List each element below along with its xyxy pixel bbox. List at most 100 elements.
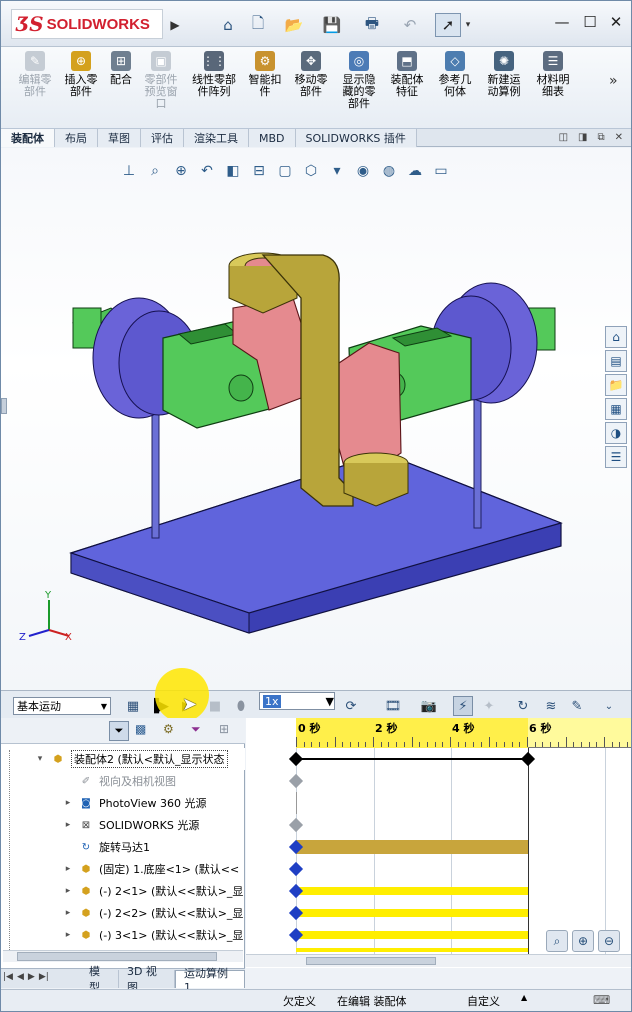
insert-component-button[interactable]: ⊕ 插入零 部件 xyxy=(59,51,103,98)
collapse-icon[interactable]: ▾ xyxy=(33,754,47,764)
change-bar[interactable] xyxy=(296,931,528,939)
restore-view-icon[interactable]: ⧉ xyxy=(597,132,604,143)
key-point-start[interactable] xyxy=(288,751,304,767)
expand-icon[interactable]: ▸ xyxy=(61,886,75,896)
playback-mode-icon[interactable]: ⬮ xyxy=(231,696,251,716)
timeline-ruler[interactable]: 0 秒 2 秒 4 秒 6 秒 xyxy=(296,718,631,748)
tree-item-part-3-1[interactable]: ▸ ⬢ (-) 3<1> (默认<<默认>_显 xyxy=(1,924,245,946)
smart-fasteners-button[interactable]: ⚙ 智能扣 件 xyxy=(243,51,287,98)
graphics-area[interactable]: ⊥ ⌕ ⊕ ↶ ◧ ⊟ ▢ ⬡ ▾ ◉ ◍ ☁ ▭ ⌂ ▤ 📁 ▦ ◑ ☰ Y … xyxy=(1,148,631,690)
open-icon[interactable]: 📂 xyxy=(279,13,309,37)
tree-horizontal-scrollbar[interactable] xyxy=(3,950,243,962)
close-button[interactable]: ✕ xyxy=(603,11,629,33)
assembly-features-button[interactable]: ⬒ 装配体 特征 xyxy=(385,51,429,98)
tile-vertical-icon[interactable]: ◨ xyxy=(578,132,587,143)
tree-root-assembly[interactable]: ▾ ⬢ 装配体2 (默认<默认_显示状态 xyxy=(1,748,245,770)
zoom-in-timeline-icon[interactable]: ⌕ xyxy=(546,930,568,952)
status-custom-units[interactable]: 自定义 xyxy=(467,993,500,1009)
tree-item-part-2-2[interactable]: ▸ ⬢ (-) 2<2> (默认<<默认>_显 xyxy=(1,902,245,924)
tile-horizontal-icon[interactable]: ◫ xyxy=(559,132,568,143)
tree-item-photoview-lights[interactable]: ▸ ◙ PhotoView 360 光源 xyxy=(1,792,245,814)
change-bar[interactable] xyxy=(296,948,528,952)
key-point[interactable] xyxy=(288,773,304,789)
minimize-button[interactable]: — xyxy=(549,11,575,33)
save-animation-icon[interactable]: 🎞 xyxy=(383,696,403,716)
edit-component-button[interactable]: ✎ 编辑零 部件 xyxy=(13,51,57,98)
key-point[interactable] xyxy=(288,861,304,877)
add-key-icon[interactable]: ✦ xyxy=(479,696,499,716)
expand-icon[interactable]: ▸ xyxy=(61,864,75,874)
expand-icon[interactable]: ▸ xyxy=(61,798,75,808)
filter-driving-icon[interactable]: ⚙ xyxy=(163,722,174,736)
menu-expand-icon[interactable]: ▶ xyxy=(167,13,183,37)
calculate-icon[interactable]: ▦ xyxy=(123,696,143,716)
show-hidden-components-button[interactable]: ◎ 显示隐 藏的零 部件 xyxy=(337,51,381,110)
tab-evaluate[interactable]: 评估 xyxy=(141,129,184,147)
autokey-icon[interactable]: ⚡ xyxy=(453,696,473,716)
first-tab-icon[interactable]: |◀ xyxy=(3,972,13,982)
units-dropdown-icon[interactable]: ▲ xyxy=(521,993,527,1002)
filter-animated-icon[interactable]: ▩ xyxy=(135,722,146,736)
filter-icon[interactable]: ⏷ xyxy=(109,721,129,741)
more-options-icon[interactable]: ⌄ xyxy=(599,696,619,716)
timeline-horizontal-scrollbar[interactable] xyxy=(246,954,631,967)
tab-layout[interactable]: 布局 xyxy=(55,129,98,147)
move-component-button[interactable]: ✥ 移动零 部件 xyxy=(289,51,333,98)
help-icon[interactable]: ⌨ xyxy=(593,993,610,1007)
tree-scroll-thumb[interactable] xyxy=(17,952,217,961)
tree-item-base[interactable]: ▸ ⬢ (固定) 1.底座<1> (默认<< xyxy=(1,858,245,880)
bill-of-materials-button[interactable]: ☰ 材料明 细表 xyxy=(531,51,575,98)
tree-item-part-2-1[interactable]: ▸ ⬢ (-) 2<1> (默认<<默认>_显 xyxy=(1,880,245,902)
study-type-dropdown[interactable]: 基本运动 ▼ xyxy=(13,697,111,715)
animation-wizard-icon[interactable]: 📷 xyxy=(419,696,439,716)
motor-icon[interactable]: ↻ xyxy=(513,696,533,716)
tab-3d-views[interactable]: 3D 视图 xyxy=(119,965,176,994)
expand-icon[interactable]: ▸ xyxy=(61,908,75,918)
maximize-button[interactable]: ☐ xyxy=(577,11,603,33)
zoom-out-timeline-icon[interactable]: ⊕ xyxy=(572,930,594,952)
reference-geometry-button[interactable]: ◇ 参考几 何体 xyxy=(433,51,477,98)
tab-solidworks-addins[interactable]: SOLIDWORKS 插件 xyxy=(295,129,417,147)
prev-tab-icon[interactable]: ◀ xyxy=(17,972,24,982)
tab-sketch[interactable]: 草图 xyxy=(98,129,141,147)
tab-scroll-arrows[interactable]: |◀ ◀ ▶ ▶| xyxy=(3,972,49,982)
filter-results-icon[interactable]: ⊞ xyxy=(219,722,229,736)
expand-icon[interactable]: ▸ xyxy=(61,930,75,940)
tree-item-camera-views[interactable]: ✐ 视向及相机视图 xyxy=(1,770,245,792)
new-motion-study-button[interactable]: ✺ 新建运 动算例 xyxy=(481,51,527,98)
spring-icon[interactable]: ≋ xyxy=(541,696,561,716)
timeline-scroll-thumb[interactable] xyxy=(306,957,436,965)
zoom-fit-timeline-icon[interactable]: ⊖ xyxy=(598,930,620,952)
expand-icon[interactable]: ▸ xyxy=(61,820,75,830)
tab-motion-study-1[interactable]: 运动算例 1 xyxy=(175,967,245,994)
change-bar[interactable] xyxy=(296,909,528,917)
motion-timeline[interactable]: 0 秒 2 秒 4 秒 6 秒 ⌕ ⊕ ⊖ xyxy=(246,718,631,968)
playback-speed-dropdown[interactable]: 1x ▼ xyxy=(259,692,335,710)
component-preview-button[interactable]: ▣ 零部件 预览窗 口 xyxy=(139,51,183,110)
new-document-icon[interactable]: 🗋 xyxy=(245,13,271,37)
print-icon[interactable]: 🖶 xyxy=(357,13,387,37)
home-icon[interactable]: ⌂ xyxy=(215,13,241,37)
next-tab-icon[interactable]: ▶ xyxy=(28,972,35,982)
close-doc-icon[interactable]: ✕ xyxy=(615,132,623,143)
tree-item-solidworks-lights[interactable]: ▸ ⊠ SOLIDWORKS 光源 xyxy=(1,814,245,836)
damper-icon[interactable]: ✎ xyxy=(567,696,587,716)
change-bar[interactable] xyxy=(296,887,528,895)
tab-assembly[interactable]: 装配体 xyxy=(1,129,55,147)
linear-pattern-button[interactable]: ⋮⋮ 线性零部 件阵列 xyxy=(187,51,241,98)
key-point[interactable] xyxy=(288,817,304,833)
tree-item-rotary-motor[interactable]: ↻ 旋转马达1 xyxy=(1,836,245,858)
select-dropdown-icon[interactable]: ▾ xyxy=(463,13,473,37)
tab-mbd[interactable]: MBD xyxy=(249,129,296,147)
undo-icon[interactable]: ↶ xyxy=(395,13,425,37)
select-arrow-icon[interactable]: ➚ xyxy=(435,13,461,37)
motor-duration-bar[interactable] xyxy=(296,840,528,854)
filter-selected-icon[interactable]: ⏷ xyxy=(191,722,201,737)
ribbon-overflow-icon[interactable]: » xyxy=(609,73,618,89)
tab-model[interactable]: 模型 xyxy=(81,965,119,994)
key-point-end[interactable] xyxy=(520,751,536,767)
playback-loop-icon[interactable]: ⟳ xyxy=(341,696,361,716)
mate-button[interactable]: ⊞ 配合 xyxy=(103,51,139,86)
last-tab-icon[interactable]: ▶| xyxy=(39,972,49,982)
save-icon[interactable]: 💾 xyxy=(317,13,347,37)
